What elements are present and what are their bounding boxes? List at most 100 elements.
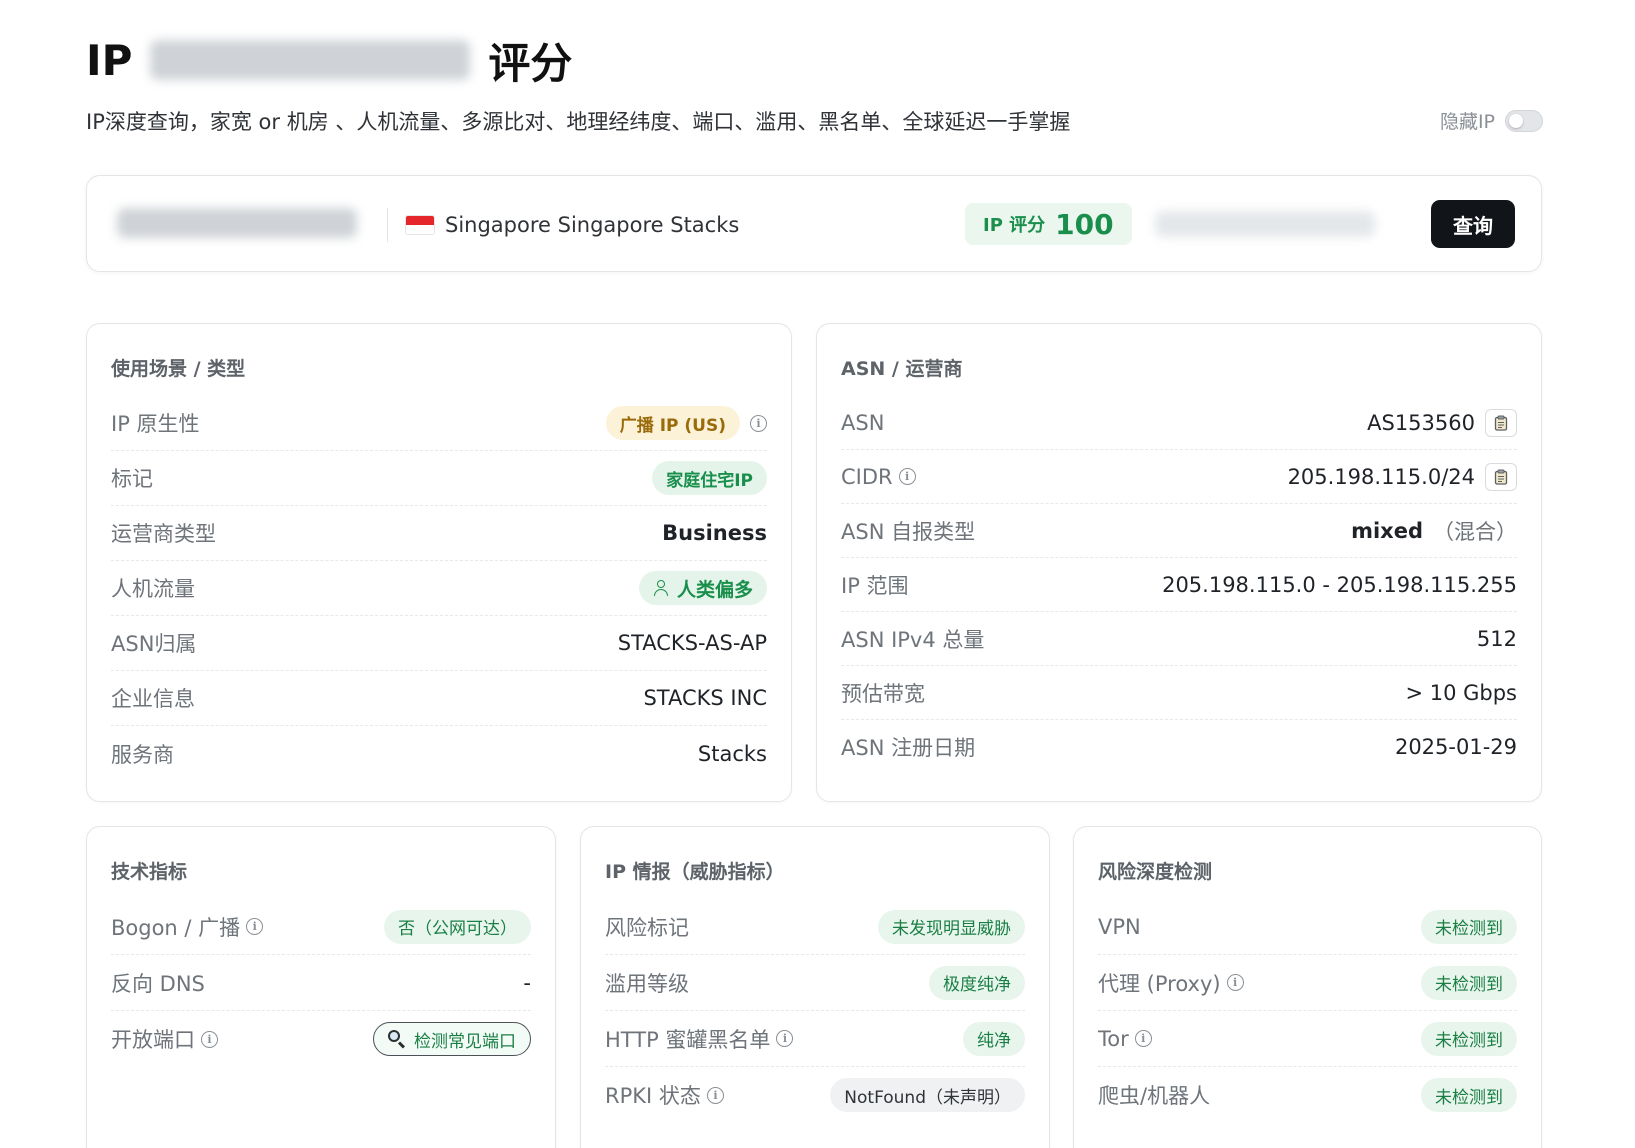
row-label: 标记: [111, 467, 153, 491]
copy-asn-button[interactable]: [1485, 408, 1517, 437]
info-icon[interactable]: i: [1226, 974, 1244, 991]
proxy-badge: 未检测到: [1421, 965, 1517, 1000]
info-icon[interactable]: i: [750, 414, 767, 432]
hide-ip-toggle[interactable]: [1505, 109, 1543, 132]
crawler-badge: 未检测到: [1421, 1078, 1517, 1112]
card-title: 技术指标: [111, 861, 188, 883]
row-label: Bogon / 广播: [111, 915, 241, 940]
tor-badge: 未检测到: [1421, 1021, 1517, 1056]
row-label: 反向 DNS: [111, 971, 205, 996]
tag-badge: 家庭住宅IP: [652, 461, 767, 495]
row-label: CIDR: [841, 464, 893, 489]
abuse-level-badge: 极度纯净: [929, 965, 1025, 1000]
row-label: ASN 注册日期: [841, 736, 976, 760]
company-value: STACKS INC: [643, 686, 767, 710]
card-title: 使用场景 / 类型: [111, 358, 246, 380]
card-title: ASN / 运营商: [841, 358, 963, 380]
risk-card: 风险深度检测 VPN 未检测到 代理 (Proxy) i 未检测到 Tor i …: [1073, 826, 1542, 1148]
row-vpn: VPN 未检测到: [1098, 899, 1517, 955]
traffic-badge: 人类偏多: [638, 571, 767, 605]
row-provider: 服务商 Stacks: [111, 726, 767, 781]
traffic-value: 人类偏多: [676, 578, 753, 601]
query-button[interactable]: 查询: [1431, 200, 1515, 248]
reg-date-value: 2025-01-29: [1394, 735, 1517, 759]
card-title: IP 情报（威胁指标）: [605, 861, 785, 883]
row-asn-owner: ASN归属 STACKS-AS-AP: [111, 616, 767, 671]
info-icon[interactable]: i: [1134, 1030, 1152, 1047]
row-label: ASN IPv4 总量: [841, 627, 985, 652]
copy-cidr-button[interactable]: [1485, 462, 1517, 491]
row-label: 企业信息: [111, 687, 195, 711]
row-company: 企业信息 STACKS INC: [111, 671, 767, 726]
divider: [387, 208, 388, 242]
scan-ports-label: 检测常见端口: [414, 1031, 516, 1052]
row-label: 服务商: [111, 742, 174, 767]
search-icon: [388, 1030, 406, 1048]
rpki-badge: NotFound（未声明）: [830, 1078, 1025, 1112]
clipboard-icon: [1494, 415, 1508, 431]
row-crawler: 爬虫/机器人 未检测到: [1098, 1067, 1517, 1123]
risk-tag-badge: 未发现明显威胁: [878, 909, 1025, 944]
ip-range-value: 205.198.115.0 - 205.198.115.255: [1162, 572, 1517, 597]
row-label: Tor: [1098, 1026, 1129, 1051]
asn-card: ASN / 运营商 ASN AS153560 CIDR i 205.198.11…: [816, 323, 1542, 802]
row-cidr: CIDR i 205.198.115.0/24: [841, 450, 1517, 504]
row-label: 人机流量: [111, 577, 195, 601]
nativity-badge: 广播 IP (US): [605, 406, 740, 440]
asn-owner-value: STACKS-AS-AP: [617, 631, 767, 655]
row-label: 开放端口: [111, 1028, 195, 1052]
row-open-ports: 开放端口 i 检测常见端口: [111, 1011, 531, 1067]
page-subtitle: IP深度查询，家宽 or 机房 、人机流量、多源比对、地理经纬度、端口、滥用、黑…: [86, 110, 1071, 134]
cidr-value: 205.198.115.0/24: [1287, 464, 1475, 489]
honeypot-badge: 纯净: [963, 1021, 1025, 1056]
row-bogon: Bogon / 广播 i 否（公网可达）: [111, 899, 531, 955]
info-icon[interactable]: i: [898, 468, 916, 485]
provider-value: Stacks: [697, 741, 767, 766]
row-proxy: 代理 (Proxy) i 未检测到: [1098, 955, 1517, 1011]
row-honeypot: HTTP 蜜罐黑名单 i 纯净: [605, 1011, 1025, 1067]
row-label: 滥用等级: [605, 971, 689, 996]
row-abuse-level: 滥用等级 极度纯净: [605, 955, 1025, 1011]
row-label: 风险标记: [605, 915, 689, 940]
person-icon: [653, 580, 669, 596]
bandwidth-value: > 10 Gbps: [1405, 680, 1517, 705]
info-icon[interactable]: i: [246, 918, 264, 935]
row-label: 预估带宽: [841, 681, 925, 706]
row-ipv4-total: ASN IPv4 总量 512: [841, 612, 1517, 666]
row-label: HTTP 蜜罐黑名单: [605, 1027, 771, 1052]
row-asn-type: ASN 自报类型 mixed （混合）: [841, 504, 1517, 558]
redacted-info: [1155, 211, 1375, 237]
usage-card: 使用场景 / 类型 IP 原生性 广播 IP (US) i 标记 家庭住宅IP …: [86, 323, 792, 802]
title-suffix: 评分: [488, 38, 573, 88]
row-label: IP 原生性: [111, 412, 200, 436]
ip-input[interactable]: [117, 208, 357, 238]
row-bandwidth: 预估带宽 > 10 Gbps: [841, 666, 1517, 720]
bogon-badge: 否（公网可达）: [384, 909, 531, 944]
info-icon[interactable]: i: [706, 1086, 724, 1104]
row-tag: 标记 家庭住宅IP: [111, 451, 767, 506]
row-label: ASN归属: [111, 632, 197, 656]
info-icon[interactable]: i: [776, 1030, 794, 1047]
location: Singapore Singapore Stacks: [405, 208, 739, 242]
row-rdns: 反向 DNS -: [111, 955, 531, 1011]
row-label: RPKI 状态: [605, 1084, 701, 1108]
card-title: 风险深度检测: [1098, 861, 1213, 883]
row-ip-nativity: IP 原生性 广播 IP (US) i: [111, 396, 767, 451]
ipv4-total-value: 512: [1476, 626, 1517, 651]
hide-ip-control[interactable]: 隐藏IP: [1440, 107, 1543, 134]
row-label: VPN: [1098, 914, 1141, 939]
info-icon[interactable]: i: [201, 1030, 218, 1048]
title-prefix: IP: [86, 35, 133, 85]
ip-score-badge: IP 评分 100: [965, 203, 1132, 245]
asn-value: AS153560: [1367, 410, 1475, 435]
rdns-value: -: [523, 970, 531, 995]
redacted-ip: [150, 40, 471, 80]
location-text: Singapore Singapore Stacks: [445, 213, 740, 237]
row-label: ASN: [841, 410, 885, 435]
row-tor: Tor i 未检测到: [1098, 1011, 1517, 1067]
row-rpki: RPKI 状态 i NotFound（未声明）: [605, 1067, 1025, 1123]
row-label: 爬虫/机器人: [1098, 1084, 1211, 1108]
scan-ports-button[interactable]: 检测常见端口: [373, 1022, 531, 1056]
row-isp-type: 运营商类型 Business: [111, 506, 767, 561]
vpn-badge: 未检测到: [1421, 909, 1517, 944]
